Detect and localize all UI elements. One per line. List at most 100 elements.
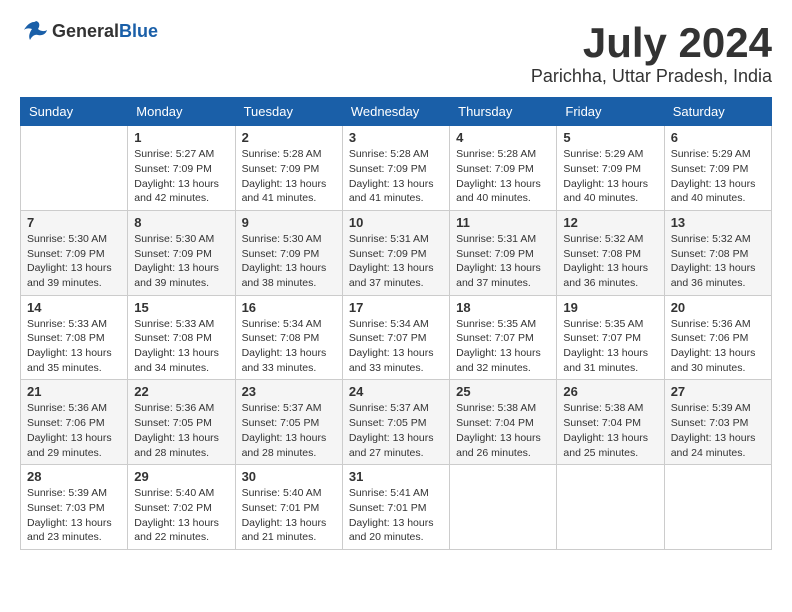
cell-date-number: 27 (671, 384, 765, 399)
cell-sun-info: Sunrise: 5:31 AMSunset: 7:09 PMDaylight:… (456, 232, 550, 291)
cell-date-number: 7 (27, 215, 121, 230)
cell-sun-info: Sunrise: 5:38 AMSunset: 7:04 PMDaylight:… (456, 401, 550, 460)
cell-date-number: 26 (563, 384, 657, 399)
cell-sun-info: Sunrise: 5:36 AMSunset: 7:05 PMDaylight:… (134, 401, 228, 460)
cell-sun-info: Sunrise: 5:37 AMSunset: 7:05 PMDaylight:… (242, 401, 336, 460)
day-header-monday: Monday (128, 98, 235, 126)
calendar-cell: 31 Sunrise: 5:41 AMSunset: 7:01 PMDayligh… (342, 465, 449, 550)
cell-date-number: 3 (349, 130, 443, 145)
week-row-3: 14 Sunrise: 5:33 AMSunset: 7:08 PMDayligh… (21, 295, 772, 380)
cell-date-number: 28 (27, 469, 121, 484)
calendar-cell: 16Sunrise: 5:34 AMSunset: 7:08 PMDayligh… (235, 295, 342, 380)
cell-date-number: 5 (563, 130, 657, 145)
calendar-cell: 18 Sunrise: 5:35 AMSunset: 7:07 PMDayligh… (450, 295, 557, 380)
cell-sun-info: Sunrise: 5:28 AMSunset: 7:09 PMDaylight:… (456, 147, 550, 206)
logo-general: General (52, 21, 119, 41)
cell-date-number: 30 (242, 469, 336, 484)
calendar-cell: 10Sunrise: 5:31 AMSunset: 7:09 PMDayligh… (342, 210, 449, 295)
location-subtitle: Parichha, Uttar Pradesh, India (531, 66, 772, 87)
calendar-cell: 1 Sunrise: 5:27 AMSunset: 7:09 PMDaylight… (128, 126, 235, 211)
calendar-cell: 6 Sunrise: 5:29 AMSunset: 7:09 PMDaylight… (664, 126, 771, 211)
day-header-saturday: Saturday (664, 98, 771, 126)
calendar-cell: 29 Sunrise: 5:40 AMSunset: 7:02 PMDayligh… (128, 465, 235, 550)
calendar-cell: 28 Sunrise: 5:39 AMSunset: 7:03 PMDayligh… (21, 465, 128, 550)
calendar-cell: 14 Sunrise: 5:33 AMSunset: 7:08 PMDayligh… (21, 295, 128, 380)
day-header-tuesday: Tuesday (235, 98, 342, 126)
cell-sun-info: Sunrise: 5:37 AMSunset: 7:05 PMDaylight:… (349, 401, 443, 460)
cell-date-number: 21 (27, 384, 121, 399)
cell-sun-info: Sunrise: 5:32 AMSunset: 7:08 PMDaylight:… (671, 232, 765, 291)
cell-sun-info: Sunrise: 5:38 AMSunset: 7:04 PMDaylight:… (563, 401, 657, 460)
calendar-cell: 25 Sunrise: 5:38 AMSunset: 7:04 PMDayligh… (450, 380, 557, 465)
calendar-cell: 9Sunrise: 5:30 AMSunset: 7:09 PMDaylight… (235, 210, 342, 295)
cell-sun-info: Sunrise: 5:30 AMSunset: 7:09 PMDaylight:… (134, 232, 228, 291)
page-header: GeneralBlue July 2024 Parichha, Uttar Pr… (20, 20, 772, 87)
cell-sun-info: Sunrise: 5:36 AMSunset: 7:06 PMDaylight:… (27, 401, 121, 460)
logo-blue: Blue (119, 21, 158, 41)
calendar-cell: 3 Sunrise: 5:28 AMSunset: 7:09 PMDaylight… (342, 126, 449, 211)
cell-date-number: 1 (134, 130, 228, 145)
week-row-1: 1 Sunrise: 5:27 AMSunset: 7:09 PMDaylight… (21, 126, 772, 211)
calendar-cell: 11 Sunrise: 5:31 AMSunset: 7:09 PMDayligh… (450, 210, 557, 295)
cell-date-number: 4 (456, 130, 550, 145)
cell-date-number: 6 (671, 130, 765, 145)
calendar-cell: 4 Sunrise: 5:28 AMSunset: 7:09 PMDaylight… (450, 126, 557, 211)
cell-sun-info: Sunrise: 5:27 AMSunset: 7:09 PMDaylight:… (134, 147, 228, 206)
cell-date-number: 18 (456, 300, 550, 315)
cell-date-number: 24 (349, 384, 443, 399)
cell-date-number: 20 (671, 300, 765, 315)
calendar-cell: 23Sunrise: 5:37 AMSunset: 7:05 PMDayligh… (235, 380, 342, 465)
calendar-cell: 8Sunrise: 5:30 AMSunset: 7:09 PMDaylight… (128, 210, 235, 295)
cell-sun-info: Sunrise: 5:33 AMSunset: 7:08 PMDaylight:… (27, 317, 121, 376)
cell-date-number: 15 (134, 300, 228, 315)
calendar-cell: 13 Sunrise: 5:32 AMSunset: 7:08 PMDayligh… (664, 210, 771, 295)
cell-sun-info: Sunrise: 5:33 AMSunset: 7:08 PMDaylight:… (134, 317, 228, 376)
cell-sun-info: Sunrise: 5:32 AMSunset: 7:08 PMDaylight:… (563, 232, 657, 291)
cell-sun-info: Sunrise: 5:29 AMSunset: 7:09 PMDaylight:… (563, 147, 657, 206)
cell-date-number: 31 (349, 469, 443, 484)
cell-sun-info: Sunrise: 5:40 AMSunset: 7:02 PMDaylight:… (134, 486, 228, 545)
cell-date-number: 14 (27, 300, 121, 315)
logo-bird-icon (20, 20, 48, 42)
logo: GeneralBlue (20, 20, 158, 42)
day-header-thursday: Thursday (450, 98, 557, 126)
week-row-5: 28 Sunrise: 5:39 AMSunset: 7:03 PMDayligh… (21, 465, 772, 550)
calendar-cell: 12 Sunrise: 5:32 AMSunset: 7:08 PMDayligh… (557, 210, 664, 295)
calendar-cell: 19Sunrise: 5:35 AMSunset: 7:07 PMDayligh… (557, 295, 664, 380)
cell-sun-info: Sunrise: 5:30 AMSunset: 7:09 PMDaylight:… (242, 232, 336, 291)
calendar-cell: 24 Sunrise: 5:37 AMSunset: 7:05 PMDayligh… (342, 380, 449, 465)
cell-sun-info: Sunrise: 5:28 AMSunset: 7:09 PMDaylight:… (349, 147, 443, 206)
cell-sun-info: Sunrise: 5:35 AMSunset: 7:07 PMDaylight:… (563, 317, 657, 376)
cell-sun-info: Sunrise: 5:39 AMSunset: 7:03 PMDaylight:… (671, 401, 765, 460)
cell-date-number: 11 (456, 215, 550, 230)
title-section: July 2024 Parichha, Uttar Pradesh, India (531, 20, 772, 87)
cell-sun-info: Sunrise: 5:36 AMSunset: 7:06 PMDaylight:… (671, 317, 765, 376)
cell-date-number: 22 (134, 384, 228, 399)
cell-date-number: 17 (349, 300, 443, 315)
calendar-cell: 30Sunrise: 5:40 AMSunset: 7:01 PMDayligh… (235, 465, 342, 550)
cell-date-number: 13 (671, 215, 765, 230)
calendar-cell: 27 Sunrise: 5:39 AMSunset: 7:03 PMDayligh… (664, 380, 771, 465)
calendar-cell: 21 Sunrise: 5:36 AMSunset: 7:06 PMDayligh… (21, 380, 128, 465)
calendar-table: SundayMondayTuesdayWednesdayThursdayFrid… (20, 97, 772, 550)
calendar-cell (664, 465, 771, 550)
cell-sun-info: Sunrise: 5:35 AMSunset: 7:07 PMDaylight:… (456, 317, 550, 376)
cell-date-number: 10 (349, 215, 443, 230)
calendar-cell: 15 Sunrise: 5:33 AMSunset: 7:08 PMDayligh… (128, 295, 235, 380)
cell-date-number: 2 (242, 130, 336, 145)
calendar-cell: 26 Sunrise: 5:38 AMSunset: 7:04 PMDayligh… (557, 380, 664, 465)
calendar-cell (21, 126, 128, 211)
cell-sun-info: Sunrise: 5:41 AMSunset: 7:01 PMDaylight:… (349, 486, 443, 545)
cell-date-number: 25 (456, 384, 550, 399)
cell-sun-info: Sunrise: 5:34 AMSunset: 7:08 PMDaylight:… (242, 317, 336, 376)
calendar-cell: 5 Sunrise: 5:29 AMSunset: 7:09 PMDaylight… (557, 126, 664, 211)
cell-sun-info: Sunrise: 5:29 AMSunset: 7:09 PMDaylight:… (671, 147, 765, 206)
week-row-4: 21 Sunrise: 5:36 AMSunset: 7:06 PMDayligh… (21, 380, 772, 465)
cell-date-number: 12 (563, 215, 657, 230)
calendar-cell: 22 Sunrise: 5:36 AMSunset: 7:05 PMDayligh… (128, 380, 235, 465)
cell-sun-info: Sunrise: 5:34 AMSunset: 7:07 PMDaylight:… (349, 317, 443, 376)
cell-sun-info: Sunrise: 5:39 AMSunset: 7:03 PMDaylight:… (27, 486, 121, 545)
cell-date-number: 29 (134, 469, 228, 484)
week-row-2: 7 Sunrise: 5:30 AMSunset: 7:09 PMDaylight… (21, 210, 772, 295)
day-header-friday: Friday (557, 98, 664, 126)
